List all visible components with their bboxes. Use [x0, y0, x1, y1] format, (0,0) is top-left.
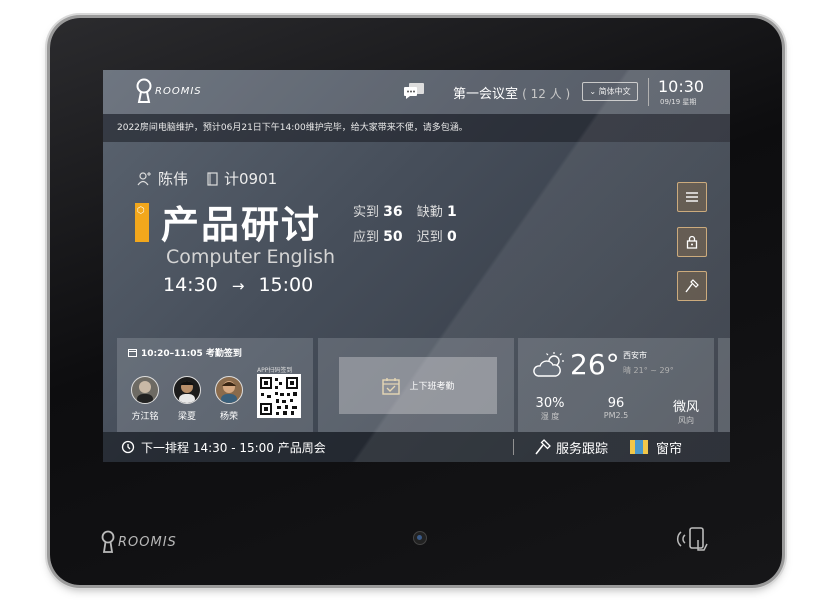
checkin-panel: 10:20–11:05 考勤签到 方江铭 梁夏 杨荣 APP扫码签到 — [117, 338, 313, 432]
organizer: 陈伟 — [137, 168, 188, 189]
temperature: 26° — [570, 348, 620, 381]
humidity-value: 30% — [535, 396, 565, 411]
service-tracking-label: 服务跟踪 — [556, 441, 609, 457]
room-capacity: ( 12 人 ) — [522, 87, 571, 101]
bezel-logo: ROOMIS — [100, 530, 177, 554]
wind-label: 风向 — [678, 416, 694, 425]
clock-in-label: 上下班考勤 — [409, 382, 455, 392]
pm25: 96 PM2.5 — [598, 396, 634, 420]
weather-panel: 26° 西安市 晴 21° ~ 29° 30% 湿 度 96 PM2.5 微风 … — [518, 338, 714, 432]
avatar — [215, 376, 243, 404]
bezel-logo-text: ROOMIS — [118, 534, 177, 550]
wind: 微风 风向 — [668, 396, 704, 426]
late-value: 0 — [446, 229, 457, 245]
attendee-name: 方江铭 — [131, 412, 159, 422]
keyhole-logo-icon — [101, 530, 115, 553]
end-time: 15:00 — [258, 274, 314, 296]
service-tracking-button[interactable]: 服务跟踪 — [535, 432, 608, 462]
clock-in-button[interactable]: 上下班考勤 — [339, 357, 497, 414]
menu-button[interactable] — [677, 182, 707, 212]
attendee: 方江铭 — [125, 376, 165, 422]
humidity: 30% 湿 度 — [532, 396, 568, 422]
attendee-name: 杨荣 — [219, 412, 238, 422]
humidity-label: 湿 度 — [540, 412, 560, 421]
absent-label: 缺勤 — [416, 205, 443, 220]
language-label: 简体中文 — [598, 87, 631, 96]
weather-summary: 26° 西安市 晴 21° ~ 29° — [518, 338, 714, 386]
meeting-accent-bar: ⬡ — [135, 203, 149, 242]
avatar — [131, 376, 159, 404]
temperature-range: 晴 21° ~ 29° — [623, 366, 674, 375]
nfc-reader-icon — [676, 527, 708, 551]
room-name: 第一会议室 ( 12 人 ) — [453, 83, 570, 102]
checkin-time: 10:20–11:05 考勤签到 — [141, 349, 242, 359]
attendee-name: 梁夏 — [177, 412, 196, 422]
keyhole-logo-icon — [136, 78, 152, 103]
menu-icon — [686, 192, 698, 202]
lock-icon — [686, 235, 698, 249]
attendance-stats: 实到 36 缺勤 1 应到 50 迟到 0 — [353, 200, 467, 250]
notice-banner: 2022房间电脑维护，预计06月21日下午14:00维护完毕，给大家带来不便，请… — [103, 114, 730, 142]
hammer-icon — [535, 439, 551, 455]
clock-icon — [121, 440, 135, 454]
service-button[interactable] — [677, 271, 707, 301]
actual-label: 实到 — [353, 205, 380, 220]
curtain-label: 窗帘 — [656, 441, 683, 457]
bottom-bar: 下一排程 14:30 - 15:00 产品周会 服务跟踪 窗帘 — [103, 432, 730, 462]
calendar-icon — [128, 349, 137, 357]
book-icon — [207, 171, 218, 186]
organizer-name: 陈伟 — [158, 170, 189, 188]
checkin-header: 10:20–11:05 考勤签到 — [128, 346, 242, 359]
actual-value: 36 — [383, 204, 403, 220]
attendee: 梁夏 — [167, 376, 207, 422]
late-label: 迟到 — [416, 230, 443, 245]
clock-time: 10:30 — [658, 77, 705, 96]
clock-date: 09/19 星期 — [660, 98, 697, 106]
attendee: 杨荣 — [209, 376, 249, 422]
qr-label: APP扫码签到 — [257, 367, 293, 374]
next-schedule: 下一排程 14:30 - 15:00 产品周会 — [121, 432, 326, 462]
meeting-title: 产品研讨 — [161, 203, 322, 247]
hammer-icon — [685, 279, 699, 293]
chat-icon[interactable] — [403, 82, 425, 100]
curtain-icon — [630, 440, 648, 454]
qr-code-icon[interactable] — [257, 374, 301, 418]
pm25-label: PM2.5 — [603, 411, 629, 420]
top-bar: ROOMIS 第一会议室 ( 12 人 ) ⌄ 简体中文 10:30 09/19… — [103, 70, 730, 114]
cube-icon: ⬡ — [137, 206, 145, 216]
department-name: 计0901 — [224, 170, 278, 188]
roomis-logo: ROOMIS — [135, 78, 202, 104]
logo-text: ROOMIS — [155, 85, 202, 97]
arrow-icon: → — [231, 277, 245, 295]
language-select[interactable]: ⌄ 简体中文 — [582, 82, 638, 101]
lock-button[interactable] — [677, 227, 707, 257]
screen: ROOMIS 第一会议室 ( 12 人 ) ⌄ 简体中文 10:30 09/19… — [103, 70, 730, 462]
meeting-time: 14:30 → 15:00 — [163, 274, 313, 296]
next-schedule-text: 下一排程 14:30 - 15:00 产品周会 — [141, 440, 326, 455]
avatar — [173, 376, 201, 404]
extra-panel-edge — [718, 338, 730, 432]
camera-icon — [413, 531, 427, 545]
expected-label: 应到 — [353, 230, 380, 245]
person-icon — [137, 172, 151, 186]
clock-in-panel: 上下班考勤 — [318, 338, 514, 432]
divider — [648, 78, 649, 106]
absent-value: 1 — [446, 204, 457, 220]
chevron-down-icon: ⌄ — [589, 87, 597, 96]
curtain-button[interactable]: 窗帘 — [630, 432, 682, 462]
partly-cloudy-icon — [533, 352, 564, 377]
expected-value: 50 — [383, 229, 403, 245]
info-panels: 10:20–11:05 考勤签到 方江铭 梁夏 杨荣 APP扫码签到 上下班考勤… — [117, 338, 730, 432]
start-time: 14:30 — [163, 274, 218, 296]
department: 计0901 — [207, 168, 277, 189]
room-name-text: 第一会议室 — [453, 87, 519, 102]
wind-value: 微风 — [672, 400, 699, 415]
pm25-value: 96 — [607, 396, 625, 411]
city-name: 西安市 — [623, 351, 647, 360]
meeting-subtitle: Computer English — [166, 246, 336, 268]
calendar-check-icon — [382, 377, 401, 395]
divider — [513, 439, 514, 455]
